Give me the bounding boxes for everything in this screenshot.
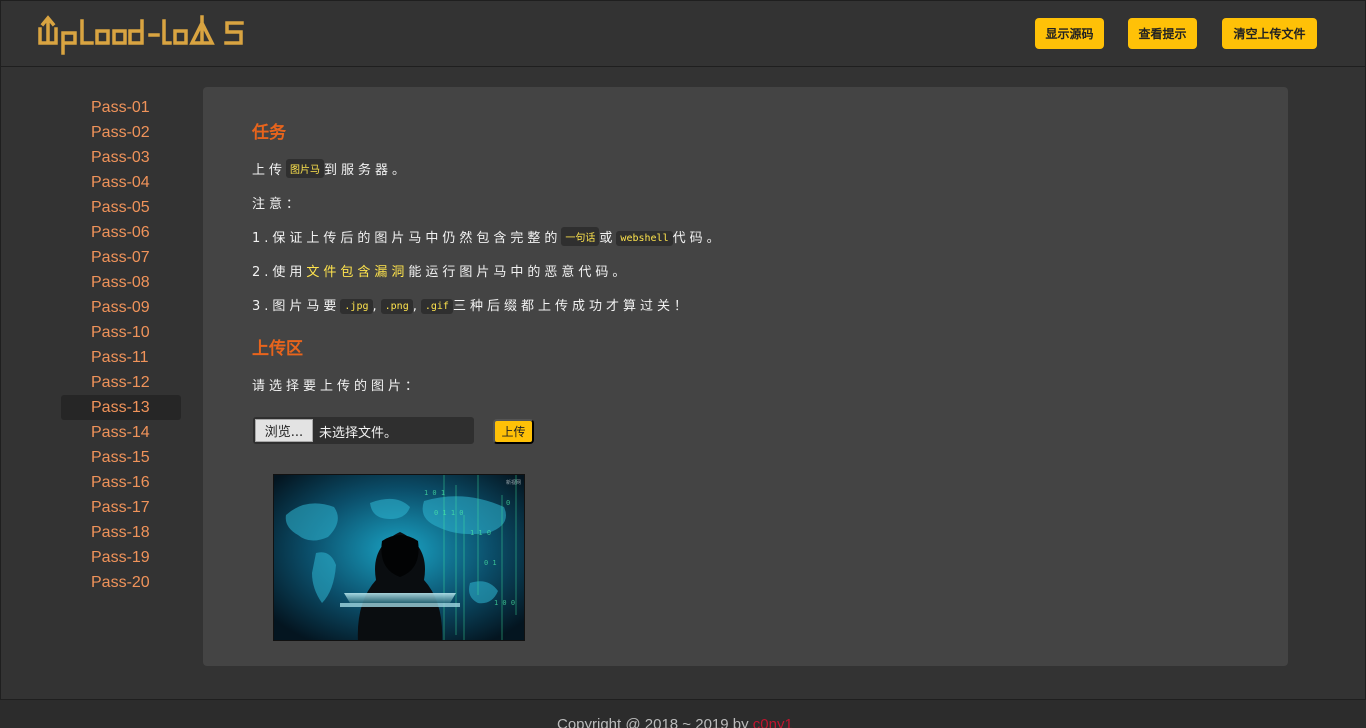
sidebar-item-pass-10[interactable]: Pass-10 <box>61 320 181 345</box>
sidebar-item-pass-11[interactable]: Pass-11 <box>61 345 181 370</box>
code-tag: 图片马 <box>286 159 325 178</box>
clear-uploads-button[interactable]: 清空上传文件 <box>1222 18 1317 49</box>
sidebar-item-pass-13[interactable]: Pass-13 <box>61 395 181 420</box>
note-item-3: 3.图片马要 .jpg, .png, .gif 三种后缀都上传成功才算过关！ <box>252 295 691 314</box>
sidebar-item-pass-17[interactable]: Pass-17 <box>61 495 181 520</box>
sidebar-item-pass-02[interactable]: Pass-02 <box>61 120 181 145</box>
sidebar-item-pass-12[interactable]: Pass-12 <box>61 370 181 395</box>
separator: , <box>372 299 381 314</box>
author-link[interactable]: c0ny1 <box>753 716 793 728</box>
file-input[interactable]: 浏览... 未选择文件。 <box>253 417 474 444</box>
svg-text:0 1: 0 1 <box>484 559 497 567</box>
code-tag: 一句话 <box>561 227 600 246</box>
svg-text:1 0 0: 1 0 0 <box>494 599 515 607</box>
note-item-1-post: 代码。 <box>672 231 724 246</box>
upload-prompt: 请选择要上传的图片： <box>252 379 423 394</box>
svg-text:0: 0 <box>506 499 510 507</box>
sidebar: Pass-01 Pass-02 Pass-03 Pass-04 Pass-05 … <box>61 95 181 595</box>
show-source-button[interactable]: 显示源码 <box>1035 18 1104 49</box>
code-tag: .gif <box>420 299 453 314</box>
note-item-3-post: 三种后缀都上传成功才算过关！ <box>452 299 691 314</box>
copyright-text: Copyright @ 2018 ~ 2019 by <box>557 716 753 728</box>
header: 显示源码 查看提示 清空上传文件 <box>0 0 1366 67</box>
code-tag: webshell <box>616 231 673 246</box>
task-line: 上传 图片马 到服务器。 <box>252 159 409 178</box>
task-title: 任务 <box>252 123 286 143</box>
sidebar-item-pass-19[interactable]: Pass-19 <box>61 545 181 570</box>
copyright: Copyright @ 2018 ~ 2019 by c0ny1 <box>557 716 793 728</box>
hacker-image: 1 0 1 0 1 1 0 1 1 0 0 1 1 0 0 0 1 1 0 <box>274 475 524 640</box>
sidebar-item-pass-03[interactable]: Pass-03 <box>61 145 181 170</box>
browse-button[interactable]: 浏览... <box>255 419 313 442</box>
note-label: 注意： <box>252 197 304 212</box>
content-panel: 任务 上传 图片马 到服务器。 注意： 1.保证上传后的图片马中仍然包含完整的 一句话… <box>203 87 1288 666</box>
upload-submit-button[interactable]: 上传 <box>493 419 534 444</box>
show-hint-button[interactable]: 查看提示 <box>1128 18 1197 49</box>
code-tag: .png <box>380 299 413 314</box>
sidebar-item-pass-16[interactable]: Pass-16 <box>61 470 181 495</box>
logo-graphic <box>38 15 244 55</box>
upload-title: 上传区 <box>252 339 303 359</box>
file-status: 未选择文件。 <box>319 426 398 441</box>
note-item-2-post: 能运行图片马中的恶意代码。 <box>408 265 630 280</box>
note-item-1-pre: 1.保证上传后的图片马中仍然包含完整的 <box>252 231 562 246</box>
code-tag: .jpg <box>340 299 373 314</box>
logo[interactable] <box>37 13 267 57</box>
sidebar-item-pass-05[interactable]: Pass-05 <box>61 195 181 220</box>
sidebar-item-pass-01[interactable]: Pass-01 <box>61 95 181 120</box>
uploaded-image-preview: 1 0 1 0 1 1 0 1 1 0 0 1 1 0 0 0 1 1 0 <box>273 474 525 641</box>
sidebar-item-pass-09[interactable]: Pass-09 <box>61 295 181 320</box>
note-item-2: 2.使用文件包含漏洞能运行图片马中的恶意代码。 <box>252 261 629 280</box>
sidebar-item-pass-08[interactable]: Pass-08 <box>61 270 181 295</box>
sidebar-item-pass-04[interactable]: Pass-04 <box>61 170 181 195</box>
separator: , <box>412 299 421 314</box>
svg-text:1 1 0: 1 1 0 <box>470 529 491 537</box>
sidebar-item-pass-07[interactable]: Pass-07 <box>61 245 181 270</box>
sidebar-item-pass-18[interactable]: Pass-18 <box>61 520 181 545</box>
task-line-post: 到服务器。 <box>324 163 410 178</box>
sidebar-item-pass-14[interactable]: Pass-14 <box>61 420 181 445</box>
sidebar-item-pass-06[interactable]: Pass-06 <box>61 220 181 245</box>
highlight-text: 文件包含漏洞 <box>306 265 409 280</box>
note-item-2-pre: 2.使用 <box>252 265 307 280</box>
main-area: Pass-01 Pass-02 Pass-03 Pass-04 Pass-05 … <box>0 67 1366 700</box>
image-watermark: 新视网 <box>506 479 521 486</box>
task-line-pre: 上传 <box>252 163 287 178</box>
note-item-3-pre: 3.图片马要 <box>252 299 341 314</box>
svg-text:0 1 1 0: 0 1 1 0 <box>434 509 464 517</box>
sidebar-item-pass-15[interactable]: Pass-15 <box>61 445 181 470</box>
svg-text:1 0 1: 1 0 1 <box>424 489 445 497</box>
note-item-1: 1.保证上传后的图片马中仍然包含完整的 一句话或 webshell 代码。 <box>252 227 724 246</box>
note-item-1-mid: 或 <box>599 231 617 246</box>
sidebar-item-pass-20[interactable]: Pass-20 <box>61 570 181 595</box>
footer: Copyright @ 2018 ~ 2019 by c0ny1 <box>0 700 1366 728</box>
